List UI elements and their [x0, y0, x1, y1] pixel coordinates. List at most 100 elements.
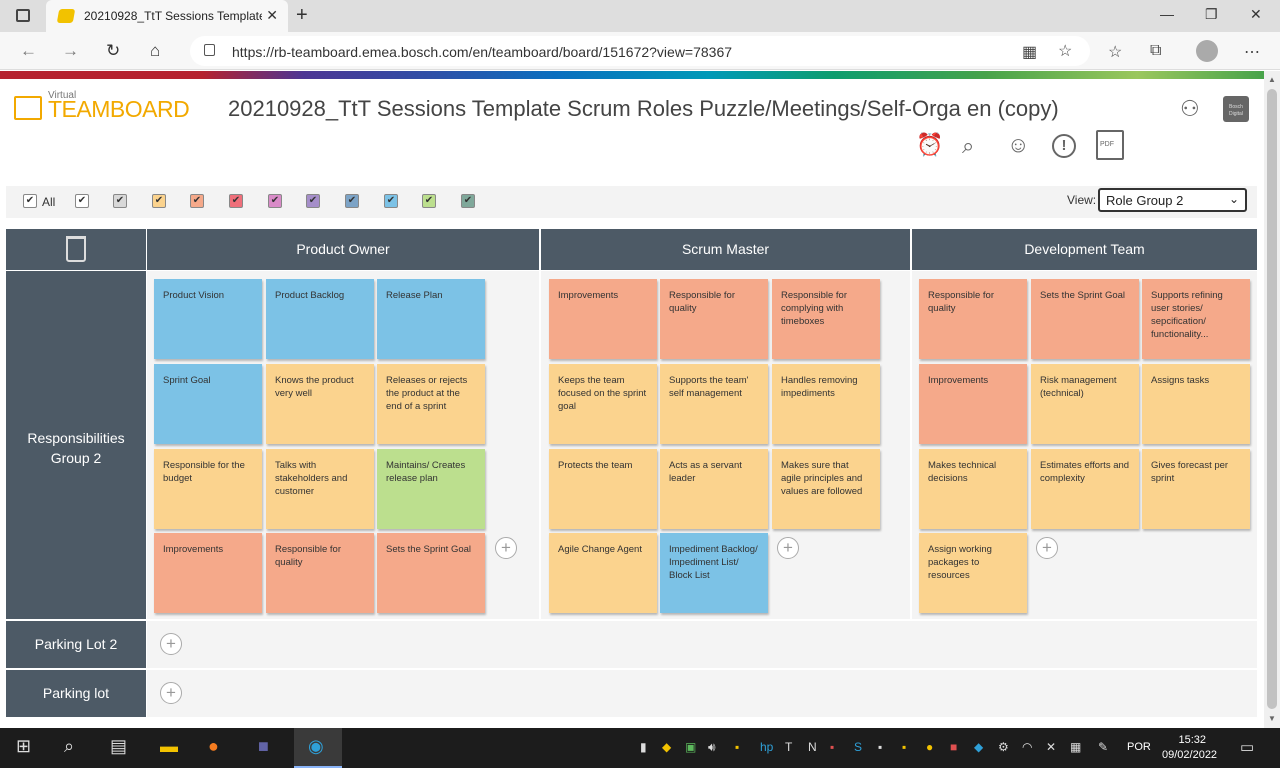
view-select[interactable]: Role Group 2 ⌄	[1098, 188, 1247, 212]
tray-app-icon[interactable]: ▪	[735, 740, 739, 754]
close-tab-icon[interactable]: ✕	[266, 7, 278, 24]
color-filter-checkbox[interactable]: ✔	[461, 194, 475, 208]
collections-icon[interactable]: ⧉	[1150, 42, 1161, 60]
refresh-icon[interactable]: ↻	[106, 41, 120, 61]
sticky-card[interactable]: Product Backlog	[266, 279, 374, 359]
scroll-down-icon[interactable]: ▼	[1268, 714, 1276, 723]
edge-taskbar-button[interactable]: ◉	[294, 728, 342, 768]
sticky-card[interactable]: Responsible for quality	[660, 279, 768, 359]
back-icon[interactable]: ←	[20, 41, 37, 61]
color-filter-checkbox[interactable]: ✔	[75, 194, 89, 208]
profile-avatar[interactable]	[1196, 40, 1218, 62]
color-filter-checkbox[interactable]: ✔	[345, 194, 359, 208]
alarm-clock-icon[interactable]: ⏰	[916, 132, 943, 158]
pdf-export-icon[interactable]: PDF	[1096, 130, 1124, 160]
skype-icon[interactable]: S	[854, 740, 862, 754]
microphone-icon[interactable]: ▮	[640, 740, 647, 754]
tray-app-icon[interactable]: ▣	[685, 740, 696, 754]
volume-icon[interactable]: 🔊︎	[708, 740, 716, 755]
alert-icon[interactable]: !	[1052, 134, 1076, 158]
tray-app-icon[interactable]: ▪	[830, 740, 834, 754]
firefox-icon[interactable]: ●	[208, 736, 219, 757]
trash-icon[interactable]	[66, 236, 86, 262]
restore-icon[interactable]: ❐	[1205, 6, 1218, 23]
wifi-icon[interactable]: ◠	[1022, 740, 1032, 754]
file-explorer-icon[interactable]: ▬	[160, 736, 178, 757]
shield-icon[interactable]: ◆	[974, 740, 983, 754]
sticky-card[interactable]: Improvements	[549, 279, 657, 359]
color-filter-checkbox[interactable]: ✔	[152, 194, 166, 208]
add-card-scrum-master-button[interactable]: +	[777, 537, 799, 559]
filter-all-checkbox[interactable]: ✔	[23, 194, 37, 208]
add-card-parking-lot-button[interactable]: +	[160, 682, 182, 704]
sticky-card[interactable]: Gives forecast per sprint	[1142, 449, 1250, 529]
sticky-card[interactable]: Release Plan	[377, 279, 485, 359]
new-tab-icon[interactable]: +	[296, 4, 308, 27]
tray-app-icon[interactable]: ◆	[662, 740, 671, 754]
sticky-card[interactable]: Sets the Sprint Goal	[377, 533, 485, 613]
sticky-card[interactable]: Responsible for complying with timeboxes	[772, 279, 880, 359]
smiley-icon[interactable]: ☺	[1007, 132, 1029, 158]
sticky-card[interactable]: Makes sure that agile principles and val…	[772, 449, 880, 529]
sticky-card[interactable]: Keeps the team focused on the sprint goa…	[549, 364, 657, 444]
color-filter-checkbox[interactable]: ✔	[229, 194, 243, 208]
close-window-icon[interactable]: ✕	[1250, 6, 1262, 23]
language-indicator[interactable]: POR	[1127, 741, 1151, 753]
sticky-card[interactable]: Agile Change Agent	[549, 533, 657, 613]
sticky-card[interactable]: Improvements	[919, 364, 1027, 444]
home-icon[interactable]: ⌂	[150, 41, 160, 61]
color-filter-checkbox[interactable]: ✔	[384, 194, 398, 208]
scroll-thumb[interactable]	[1267, 89, 1277, 709]
teams-icon[interactable]: ■	[258, 736, 269, 757]
sticky-card[interactable]: Impediment Backlog/ Impediment List/ Blo…	[660, 533, 768, 613]
tray-app-icon[interactable]: N	[808, 740, 817, 754]
tray-app-icon[interactable]: ▪	[902, 740, 906, 754]
sticky-card[interactable]: Responsible for quality	[266, 533, 374, 613]
sticky-card[interactable]: Responsible for the budget	[154, 449, 262, 529]
sticky-card[interactable]: Estimates efforts and complexity	[1031, 449, 1139, 529]
sticky-card[interactable]: Product Vision	[154, 279, 262, 359]
windows-start-icon[interactable]: ⊞	[16, 736, 31, 757]
color-filter-checkbox[interactable]: ✔	[268, 194, 282, 208]
tray-app-icon[interactable]: ■	[950, 740, 957, 754]
hp-icon[interactable]: hp	[760, 740, 773, 754]
sticky-card[interactable]: Acts as a servant leader	[660, 449, 768, 529]
sticky-card[interactable]: Assign working packages to resources	[919, 533, 1027, 613]
sticky-card[interactable]: Improvements	[154, 533, 262, 613]
sticky-card[interactable]: Talks with stakeholders and customer	[266, 449, 374, 529]
tray-app-icon[interactable]: ▪	[878, 740, 882, 754]
favorite-add-icon[interactable]: ☆	[1058, 41, 1072, 61]
search-icon[interactable]: ⌕	[962, 133, 974, 159]
minimize-icon[interactable]: —	[1160, 6, 1174, 22]
notifications-icon[interactable]: ▭	[1240, 738, 1254, 756]
sticky-card[interactable]: Assigns tasks	[1142, 364, 1250, 444]
settings-icon[interactable]: ⚙	[998, 740, 1009, 754]
color-filter-checkbox[interactable]: ✔	[422, 194, 436, 208]
tray-app-icon[interactable]: ▦	[1070, 740, 1081, 754]
forward-icon[interactable]: →	[62, 41, 79, 61]
more-menu-icon[interactable]: ⋯	[1244, 42, 1260, 62]
sticky-card[interactable]: Supports the team' self management	[660, 364, 768, 444]
tray-app-icon[interactable]: ✕	[1046, 740, 1056, 754]
sticky-card[interactable]: Sprint Goal	[154, 364, 262, 444]
sticky-card[interactable]: Protects the team	[549, 449, 657, 529]
search-icon[interactable]: ⌕	[64, 736, 74, 757]
sticky-card[interactable]: Releases or rejects the product at the e…	[377, 364, 485, 444]
clock[interactable]: 15:32 09/02/2022	[1162, 733, 1217, 763]
sticky-card[interactable]: Responsible for quality	[919, 279, 1027, 359]
color-filter-checkbox[interactable]: ✔	[190, 194, 204, 208]
sticky-card[interactable]: Makes technical decisions	[919, 449, 1027, 529]
color-filter-checkbox[interactable]: ✔	[113, 194, 127, 208]
add-card-product-owner-button[interactable]: +	[495, 537, 517, 559]
teams-tray-icon[interactable]: T	[785, 740, 792, 754]
add-card-parking-lot-2-button[interactable]: +	[160, 633, 182, 655]
bosch-digital-avatar[interactable]: Bosch Digital	[1223, 96, 1249, 122]
page-scrollbar[interactable]: ▲ ▼	[1264, 71, 1280, 728]
color-filter-checkbox[interactable]: ✔	[306, 194, 320, 208]
sticky-card[interactable]: Sets the Sprint Goal	[1031, 279, 1139, 359]
add-card-development-team-button[interactable]: +	[1036, 537, 1058, 559]
qr-code-icon[interactable]: ▦	[1022, 42, 1037, 62]
tray-app-icon[interactable]: ●	[926, 740, 933, 754]
scroll-up-icon[interactable]: ▲	[1268, 75, 1276, 84]
browser-tab[interactable]: 20210928_TtT Sessions Template ✕	[46, 0, 288, 32]
